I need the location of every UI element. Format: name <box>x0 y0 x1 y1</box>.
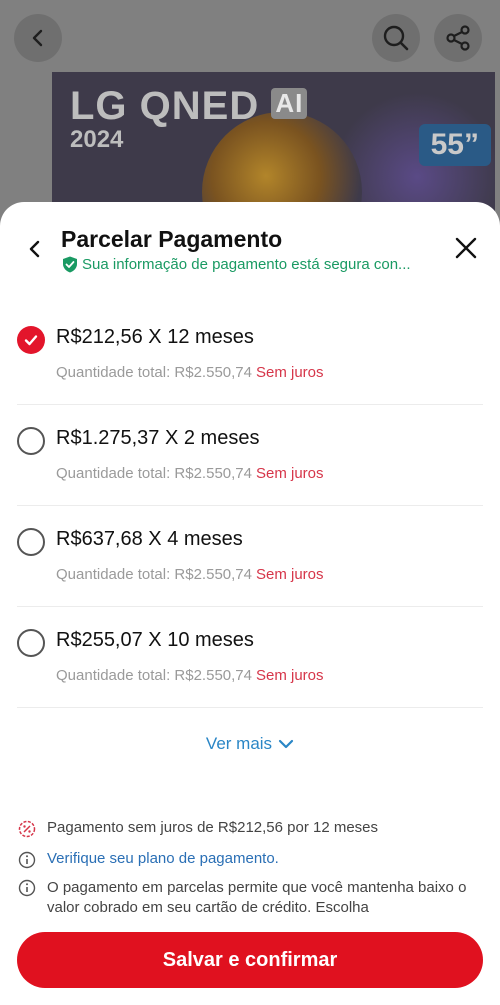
installment-total: Quantidade total: R$2.550,74 Sem juros <box>56 667 324 684</box>
installment-option[interactable]: R$212,56 X 12 meses Quantidade total: R$… <box>17 304 483 405</box>
secure-payment-notice: Sua informação de pagamento está segura … <box>62 256 446 273</box>
interest-free-tag: Sem juros <box>255 566 324 583</box>
installment-amount: R$255,07 X 10 meses <box>56 629 254 651</box>
interest-free-info: Pagamento sem juros de R$212,56 por 12 m… <box>17 819 477 839</box>
verify-plan-info: Verifique seu plano de pagamento. <box>17 850 477 870</box>
installment-option[interactable]: R$255,07 X 10 meses Quantidade total: R$… <box>17 607 483 708</box>
chevron-left-icon <box>32 29 43 47</box>
chevron-down-icon <box>278 739 294 749</box>
check-icon <box>24 335 38 346</box>
close-button[interactable] <box>452 234 480 262</box>
radio-unselected[interactable] <box>17 629 45 657</box>
sheet-footer: Salvar e confirmar <box>0 920 500 1005</box>
installment-options: R$212,56 X 12 meses Quantidade total: R$… <box>0 304 500 708</box>
chevron-left-icon <box>29 240 40 258</box>
share-icon <box>446 25 470 51</box>
installment-sheet: Parcelar Pagamento Sua informação de pag… <box>0 202 500 1005</box>
search-button[interactable] <box>372 14 420 62</box>
installment-amount: R$212,56 X 12 meses <box>56 326 254 348</box>
interest-free-tag: Sem juros <box>255 465 324 482</box>
installment-amount: R$1.275,37 X 2 meses <box>56 427 260 449</box>
interest-free-tag: Sem juros <box>255 364 324 381</box>
installment-total: Quantidade total: R$2.550,74 Sem juros <box>56 364 324 381</box>
radio-selected[interactable] <box>17 326 45 354</box>
shield-check-icon <box>63 256 77 273</box>
search-icon <box>383 25 409 51</box>
installment-total: Quantidade total: R$2.550,74 Sem juros <box>56 465 324 482</box>
installment-option[interactable]: R$1.275,37 X 2 meses Quantidade total: R… <box>17 405 483 506</box>
sheet-back-button[interactable] <box>22 236 48 262</box>
radio-unselected[interactable] <box>17 427 45 455</box>
product-brand: LG QNED AI <box>70 84 308 129</box>
explanation-clip: O pagamento em parcelas permite que você… <box>0 872 500 920</box>
info-icon <box>17 850 37 870</box>
sheet-title: Parcelar Pagamento <box>61 226 283 252</box>
percent-badge-icon <box>17 819 37 839</box>
see-more-link[interactable]: Ver mais <box>0 734 500 754</box>
installment-total: Quantidade total: R$2.550,74 Sem juros <box>56 566 324 583</box>
installment-amount: R$637,68 X 4 meses <box>56 528 243 550</box>
save-confirm-button[interactable]: Salvar e confirmar <box>17 932 483 988</box>
installment-explanation: O pagamento em parcelas permite que você… <box>17 878 477 918</box>
installment-option[interactable]: R$637,68 X 4 meses Quantidade total: R$2… <box>17 506 483 607</box>
verify-plan-link[interactable]: Verifique seu plano de pagamento. <box>47 850 279 870</box>
sheet-header: Parcelar Pagamento Sua informação de pag… <box>0 202 500 292</box>
radio-unselected[interactable] <box>17 528 45 556</box>
product-year: 2024 <box>70 126 124 153</box>
product-size-badge: 55” <box>418 124 491 166</box>
interest-free-tag: Sem juros <box>255 667 324 684</box>
info-icon <box>17 878 37 898</box>
back-button[interactable] <box>14 14 62 62</box>
close-icon <box>455 237 477 259</box>
share-button[interactable] <box>434 14 482 62</box>
